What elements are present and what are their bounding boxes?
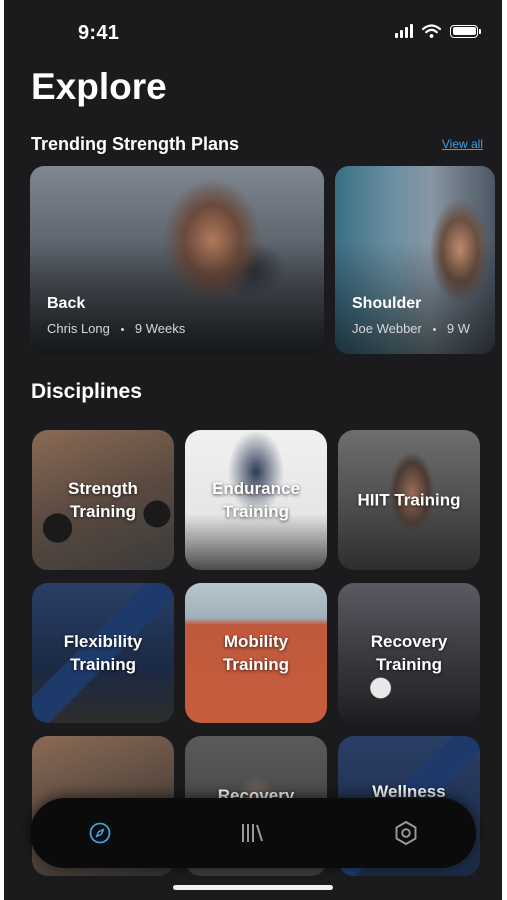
plan-duration: 9 Weeks xyxy=(134,321,186,336)
plan-coach: Joe Webber xyxy=(352,321,422,336)
battery-icon xyxy=(450,24,481,38)
discipline-tile-mobility[interactable]: Mobility Training xyxy=(185,583,327,723)
tab-library[interactable] xyxy=(228,809,276,857)
home-indicator xyxy=(173,885,333,890)
disciplines-heading: Disciplines xyxy=(31,380,142,403)
plan-meta: Chris Long 9 Weeks xyxy=(47,321,185,336)
separator-dot xyxy=(120,328,124,332)
plan-duration: 9 W xyxy=(446,321,470,336)
separator-dot xyxy=(432,328,436,332)
discipline-label: Mobility Training xyxy=(222,632,290,674)
discipline-tile-endurance[interactable]: Endurance Training xyxy=(185,430,327,570)
hexagon-settings-icon xyxy=(395,821,417,845)
plan-meta: Joe Webber 9 W xyxy=(352,321,470,336)
explore-screen: 9:41 Explore Trending Strength Plans Vie… xyxy=(4,0,502,900)
plan-name: Shoulder xyxy=(352,295,422,312)
status-icons xyxy=(395,24,481,38)
plan-card-back[interactable]: Back Chris Long 9 Weeks xyxy=(30,166,324,354)
plan-card-shoulder[interactable]: Shoulder Joe Webber 9 W xyxy=(335,166,495,354)
discipline-label: Endurance Training xyxy=(212,479,300,521)
status-time: 9:41 xyxy=(78,22,120,44)
bottom-tab-bar xyxy=(30,798,476,868)
library-icon xyxy=(242,824,263,842)
discipline-tile-flexibility[interactable]: Flexibility Training xyxy=(32,583,174,723)
wifi-icon xyxy=(422,24,441,38)
discipline-label: Strength Training xyxy=(68,479,138,521)
view-all-link[interactable]: View all xyxy=(442,137,483,151)
page-title: Explore xyxy=(31,66,167,107)
discipline-label: Recovery Training xyxy=(370,632,448,674)
plan-name: Back xyxy=(47,295,86,312)
status-bar: 9:41 xyxy=(4,0,502,60)
discipline-tile-strength[interactable]: Strength Training xyxy=(32,430,174,570)
plan-coach: Chris Long xyxy=(47,321,110,336)
discipline-tile-recovery[interactable]: Recovery Training xyxy=(338,583,480,723)
tab-explore[interactable] xyxy=(76,809,124,857)
trending-heading: Trending Strength Plans xyxy=(31,134,240,154)
discipline-label: Flexibility Training xyxy=(63,632,143,674)
discipline-label: HIIT Training xyxy=(357,490,461,510)
discipline-tile-hiit[interactable]: HIIT Training xyxy=(338,430,480,570)
tab-settings[interactable] xyxy=(382,809,430,857)
cellular-signal-icon xyxy=(395,24,413,38)
compass-icon xyxy=(89,822,111,844)
